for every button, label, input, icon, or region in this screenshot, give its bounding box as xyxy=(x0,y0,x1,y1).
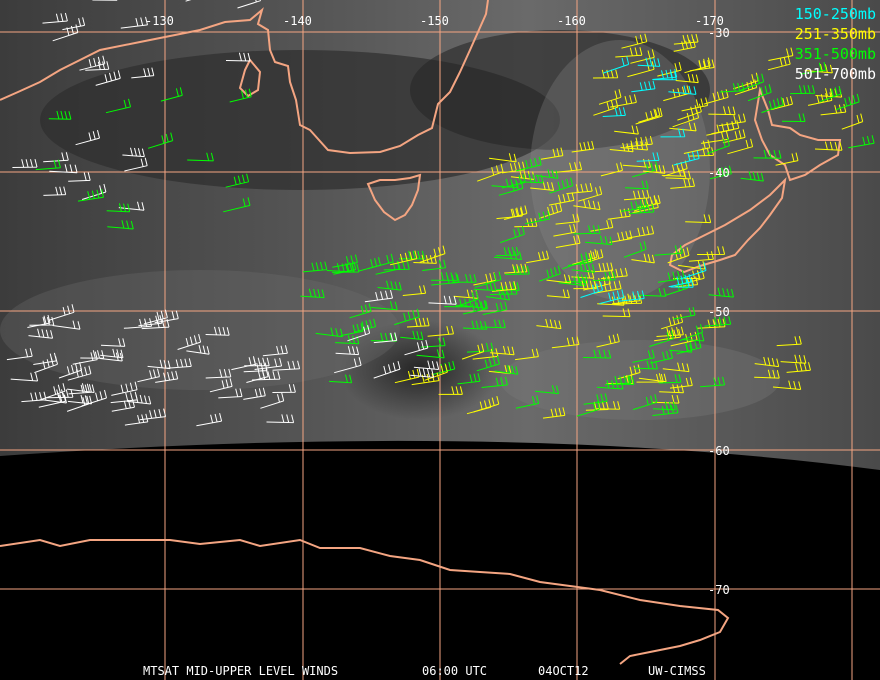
lat-label-70: -70 xyxy=(708,583,730,597)
footer-caption: MTSAT MID-UPPER LEVEL WINDS 06:00 UTC 04… xyxy=(0,664,880,678)
pressure-legend: 150-250mb 251-350mb 351-500mb 501-700mb xyxy=(795,4,876,84)
lat-label-30: -30 xyxy=(708,26,730,40)
legend-351-500: 351-500mb xyxy=(794,45,876,63)
lon-label-150: -150 xyxy=(420,14,449,28)
legend-251-350: 251-350mb xyxy=(794,25,876,43)
lon-label-160: -160 xyxy=(557,14,586,28)
footer-product: MTSAT MID-UPPER LEVEL WINDS xyxy=(143,664,339,678)
footer-date: 04OCT12 xyxy=(538,664,589,678)
map-canvas xyxy=(0,0,880,680)
footer-time: 06:00 UTC xyxy=(422,664,488,678)
satellite-map: -130 -140 -150 -160 -170 -30 -40 -50 -60… xyxy=(0,0,880,680)
lon-label-130: -130 xyxy=(145,14,174,28)
lat-label-60: -60 xyxy=(708,444,730,458)
legend-501-700: 501-700mb xyxy=(794,65,876,83)
lon-label-140: -140 xyxy=(283,14,312,28)
footer-credit: UW-CIMSS xyxy=(648,664,706,678)
legend-150-250: 150-250mb xyxy=(794,5,876,23)
lat-label-50: -50 xyxy=(708,305,730,319)
lat-label-40: -40 xyxy=(708,166,730,180)
coastline-antarctica xyxy=(0,538,730,665)
